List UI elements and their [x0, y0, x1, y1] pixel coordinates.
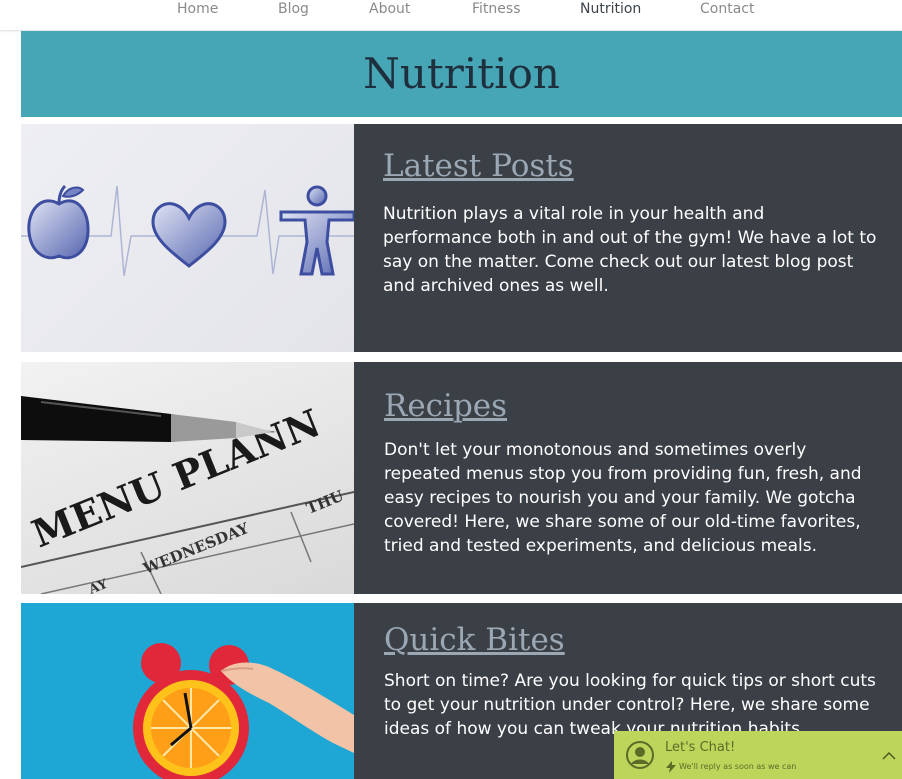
alarm-clock-orange-image[interactable] [21, 603, 354, 779]
chevron-up-icon[interactable] [882, 751, 896, 761]
section-title-link[interactable]: Recipes [384, 388, 507, 424]
alarm-clock-icon [133, 643, 354, 779]
nav-item-blog[interactable]: Blog [278, 0, 309, 18]
nav-item-home[interactable]: Home [177, 0, 218, 18]
thursday-text: THU [304, 487, 346, 518]
avatar-icon [626, 741, 654, 769]
apple-heartbeat-person-image[interactable] [21, 124, 354, 352]
chat-subtitle: We'll reply as soon as we can [679, 762, 797, 771]
health-illustration-icon [21, 184, 354, 277]
chat-title: Let's Chat! [665, 740, 736, 755]
page-title: Nutrition [363, 49, 560, 98]
section-title-link[interactable]: Latest Posts [383, 148, 574, 184]
section-latest-posts: Latest Posts Nutrition plays a vital rol… [21, 124, 902, 352]
lightning-icon [666, 761, 676, 773]
section-description: Nutrition plays a vital role in your hea… [383, 204, 877, 296]
menu-planner-pen-image[interactable]: MENU PLANN WEDNESDAY THU AY [21, 362, 354, 594]
menu-planner-icon: MENU PLANN WEDNESDAY THU AY [21, 396, 354, 594]
nav-item-about[interactable]: About [369, 0, 410, 18]
nav-item-contact[interactable]: Contact [700, 0, 754, 18]
page-banner: Nutrition [21, 31, 902, 117]
top-navigation: Home Blog About Fitness Nutrition Contac… [0, 0, 902, 30]
section-description: Don't let your monotonous and sometimes … [384, 440, 862, 556]
nav-item-nutrition[interactable]: Nutrition [580, 0, 641, 18]
chat-widget[interactable]: Let's Chat! We'll reply as soon as we ca… [614, 731, 902, 779]
section-panel: Latest Posts Nutrition plays a vital rol… [354, 124, 902, 352]
nav-item-fitness[interactable]: Fitness [472, 0, 521, 18]
section-panel: Recipes Don't let your monotonous and so… [354, 362, 902, 594]
section-title-link[interactable]: Quick Bites [384, 622, 565, 658]
section-recipes: MENU PLANN WEDNESDAY THU AY Recipes Don'… [21, 362, 902, 594]
